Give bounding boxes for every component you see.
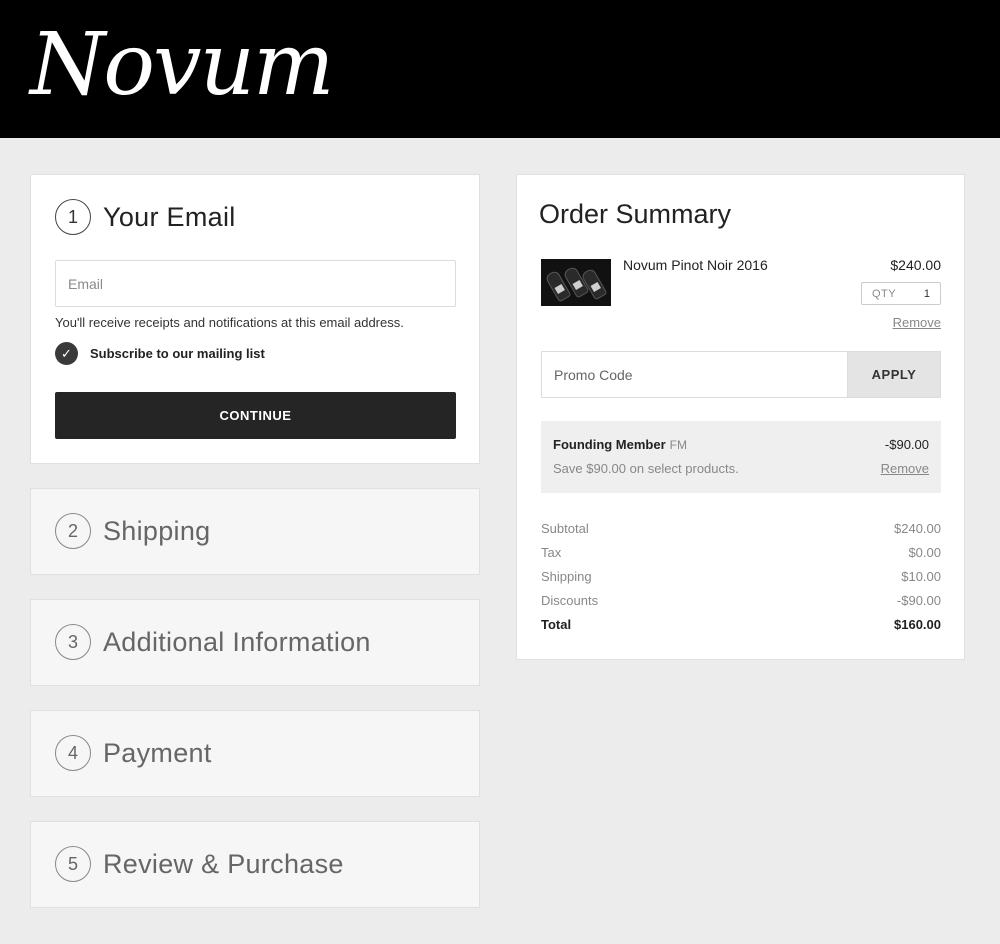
order-summary-panel: Order Summary Novum Pinot Noir 2016 $240… — [516, 174, 965, 660]
qty-label: QTY — [872, 287, 897, 300]
total-row-shipping: Shipping $10.00 — [541, 568, 941, 592]
email-help-text: You'll receive receipts and notification… — [55, 315, 404, 330]
step-number: 1 — [55, 199, 91, 235]
discount-name-text: Founding Member — [553, 437, 666, 452]
total-row-tax: Tax $0.00 — [541, 544, 941, 568]
total-value: -$90.00 — [896, 593, 941, 608]
step-number: 5 — [55, 846, 91, 882]
discount-code: FM — [669, 438, 687, 452]
step-title: Review & Purchase — [103, 848, 344, 879]
remove-item-link[interactable]: Remove — [893, 315, 941, 330]
discount-amount: -$90.00 — [884, 437, 929, 452]
step-header-additional-information: 3 Additional Information — [55, 624, 371, 660]
remove-discount-link[interactable]: Remove — [881, 461, 929, 476]
quantity-field[interactable]: QTY 1 — [861, 282, 941, 305]
applied-discount: Founding Member FM -$90.00 Save $90.00 on… — [541, 421, 941, 493]
step-tab-review-purchase[interactable]: 5 Review & Purchase — [30, 821, 480, 908]
total-label: Total — [541, 617, 572, 632]
order-totals: Subtotal $240.00 Tax $0.00 Shipping $10.… — [541, 520, 941, 640]
discount-description: Save $90.00 on select products. — [553, 461, 739, 476]
total-row-subtotal: Subtotal $240.00 — [541, 520, 941, 544]
promo-code-input[interactable] — [541, 351, 848, 398]
apply-promo-button[interactable]: APPLY — [847, 351, 941, 398]
product-price: $240.00 — [890, 257, 941, 273]
discount-name: Founding Member FM — [553, 437, 687, 452]
step-header-payment: 4 Payment — [55, 735, 212, 771]
step-tab-additional-information[interactable]: 3 Additional Information — [30, 599, 480, 686]
step-number: 4 — [55, 735, 91, 771]
total-label: Subtotal — [541, 521, 589, 536]
checkmark-icon[interactable]: ✓ — [55, 342, 78, 365]
step-header-email: 1 Your Email — [55, 199, 236, 235]
site-header: Novum — [0, 0, 1000, 138]
email-input[interactable] — [55, 260, 456, 307]
step-title: Your Email — [103, 201, 236, 232]
qty-value: 1 — [923, 287, 930, 300]
subscribe-checkbox[interactable]: ✓ Subscribe to our mailing list — [55, 342, 265, 365]
brand-logo[interactable]: Novum — [30, 10, 335, 120]
step-header-review-purchase: 5 Review & Purchase — [55, 846, 344, 882]
step-number: 3 — [55, 624, 91, 660]
total-label: Tax — [541, 545, 562, 560]
order-summary-title: Order Summary — [539, 199, 732, 229]
step-number: 2 — [55, 513, 91, 549]
total-label: Shipping — [541, 569, 592, 584]
total-label: Discounts — [541, 593, 599, 608]
email-step-panel: 1 Your Email You'll receive receipts and… — [30, 174, 480, 464]
total-value: $160.00 — [894, 617, 941, 632]
total-value: $10.00 — [901, 569, 941, 584]
step-header-shipping: 2 Shipping — [55, 513, 211, 549]
total-value: $0.00 — [908, 545, 941, 560]
step-tab-payment[interactable]: 4 Payment — [30, 710, 480, 797]
total-value: $240.00 — [894, 521, 941, 536]
step-title: Payment — [103, 737, 212, 768]
step-title: Additional Information — [103, 626, 371, 657]
total-row-total: Total $160.00 — [541, 616, 941, 640]
total-row-discounts: Discounts -$90.00 — [541, 592, 941, 616]
step-title: Shipping — [103, 515, 211, 546]
subscribe-label: Subscribe to our mailing list — [90, 346, 265, 361]
step-tab-shipping[interactable]: 2 Shipping — [30, 488, 480, 575]
product-thumbnail — [541, 259, 611, 306]
continue-button[interactable]: CONTINUE — [55, 392, 456, 439]
product-name: Novum Pinot Noir 2016 — [623, 257, 768, 273]
